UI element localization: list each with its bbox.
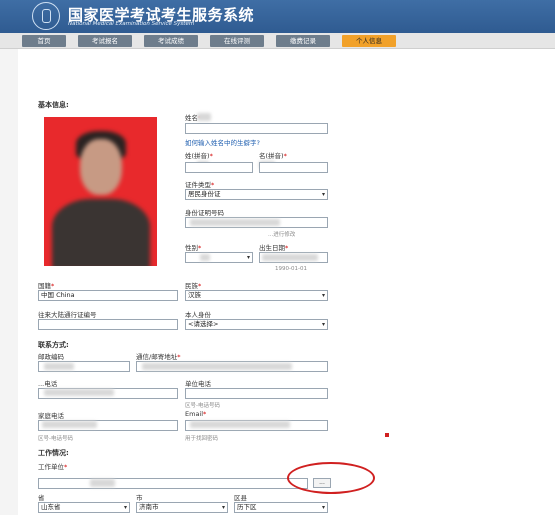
hk-permit-label: 往来大陆通行证编号	[38, 311, 97, 319]
email-redacted	[190, 421, 290, 428]
nav-payment-records[interactable]: 缴费记录	[276, 35, 330, 47]
id-type-select[interactable]: 居民身份证 ▾	[185, 189, 328, 200]
district-select[interactable]: 历下区 ▾	[234, 502, 328, 513]
nav-home[interactable]: 首页	[22, 35, 66, 47]
chevron-down-icon: ▾	[123, 504, 127, 511]
province-label: 省	[38, 494, 45, 502]
address-redacted	[142, 363, 292, 370]
province-select[interactable]: 山东省 ▾	[38, 502, 130, 513]
section-work: 工作情况:	[38, 449, 69, 457]
main-nav: 首页 考试报名 考试成绩 在线评测 缴费记录 个人信息	[0, 33, 555, 49]
section-contact: 联系方式:	[38, 341, 69, 349]
identity-label: 本人身份	[185, 311, 211, 319]
ethnicity-select[interactable]: 汉族 ▾	[185, 290, 328, 301]
employer-redacted	[90, 479, 115, 487]
home-phone-redacted	[42, 421, 97, 428]
applicant-photo	[44, 117, 157, 266]
chevron-down-icon: ▾	[246, 254, 250, 261]
home-phone-label: 家庭电话	[38, 412, 64, 420]
nav-personal-info[interactable]: 个人信息	[342, 35, 396, 47]
id-number-label: 身份证明号码	[185, 209, 224, 217]
chevron-down-icon: ▾	[221, 504, 225, 511]
chevron-down-icon: ▾	[321, 321, 325, 328]
id-type-label: 证件类型*	[185, 181, 215, 189]
gender-select[interactable]: ▾	[185, 252, 253, 263]
photo-body	[52, 199, 150, 266]
name-input[interactable]	[185, 123, 328, 134]
site-subtitle: National Medical Examination Service Sys…	[68, 21, 195, 27]
employer-label: 工作单位*	[38, 463, 68, 471]
chevron-down-icon: ▾	[321, 191, 325, 198]
chevron-down-icon: ▾	[321, 504, 325, 511]
header-banner: 国家医学考试考生服务系统 National Medical Examinatio…	[0, 0, 555, 33]
work-phone-input[interactable]	[185, 388, 328, 399]
annotation-dot	[385, 433, 389, 437]
photo-face	[80, 139, 122, 195]
name-redacted	[197, 113, 211, 121]
gender-label: 性别*	[185, 244, 202, 252]
nationality-select[interactable]: 中国 China	[38, 290, 178, 301]
address-label: 通信/邮寄地址*	[136, 353, 181, 361]
postal-redacted	[44, 363, 74, 370]
id-number-redacted	[190, 219, 280, 226]
birthdate-hint: 1990-01-01	[275, 266, 307, 272]
hk-permit-input[interactable]	[38, 319, 178, 330]
nav-exam-scores[interactable]: 考试成绩	[144, 35, 198, 47]
postal-code-label: 邮政编码	[38, 353, 64, 361]
section-basic-info: 基本信息:	[38, 101, 69, 109]
chevron-down-icon: ▾	[321, 292, 325, 299]
surname-pinyin-label: 姓(拼音)*	[185, 152, 213, 160]
nationality-label: 国籍*	[38, 282, 55, 290]
home-phone-hint: 区号-电话号码	[38, 436, 73, 442]
ethnicity-label: 民族*	[185, 282, 202, 290]
mobile-label: ...电话	[38, 380, 58, 388]
left-gutter	[0, 49, 18, 515]
annotation-circle	[287, 462, 375, 494]
employer-input[interactable]	[38, 478, 308, 489]
email-label: Email*	[185, 410, 207, 418]
given-pinyin-label: 名(拼音)*	[259, 152, 287, 160]
birthdate-label: 出生日期*	[259, 244, 289, 252]
city-select[interactable]: 济南市 ▾	[136, 502, 228, 513]
medical-emblem-icon	[32, 2, 60, 30]
nav-exam-registration[interactable]: 考试报名	[78, 35, 132, 47]
work-phone-hint: 区号-电话号码	[185, 403, 220, 409]
id-number-note: ...进行修改	[268, 232, 296, 238]
birthdate-redacted	[262, 254, 318, 261]
district-label: 区县	[234, 494, 247, 502]
work-phone-label: 单位电话	[185, 380, 211, 388]
city-label: 市	[136, 494, 143, 502]
name-help-link[interactable]: 如何输入姓名中的生僻字?	[185, 137, 260, 147]
email-hint: 用于找回密码	[185, 436, 219, 442]
gender-redacted	[200, 254, 210, 261]
identity-select[interactable]: <请选择> ▾	[185, 319, 328, 330]
surname-pinyin-input[interactable]	[185, 162, 253, 173]
nav-online-assessment[interactable]: 在线评测	[210, 35, 264, 47]
given-pinyin-input[interactable]	[259, 162, 328, 173]
mobile-redacted	[44, 389, 114, 396]
